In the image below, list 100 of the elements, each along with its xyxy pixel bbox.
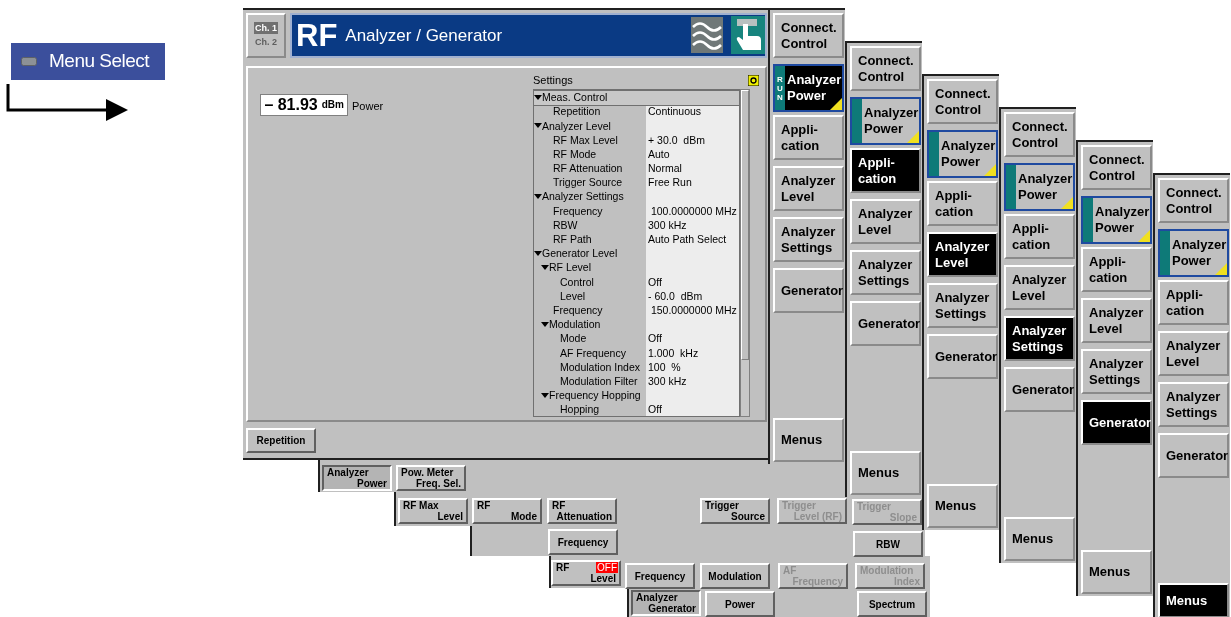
softkey[interactable]: RF Attenuation	[547, 498, 617, 524]
settings-row[interactable]: Control Off	[534, 275, 739, 290]
setting-label: Repetition	[553, 105, 601, 119]
settings-row[interactable]: Mode Off	[534, 331, 739, 346]
menu-softkey[interactable]: Appli- cation	[1004, 214, 1075, 259]
softkey[interactable]: Frequency	[548, 529, 618, 555]
menu-softkey[interactable]: Analyzer Level	[927, 232, 998, 277]
setting-value: + 30.0 dBm	[647, 133, 705, 147]
setting-value: 100 %	[647, 360, 681, 374]
menu-softkey[interactable]: Appli- cation	[927, 181, 998, 226]
menu-softkey[interactable]: Generator	[927, 334, 998, 379]
settings-row[interactable]: Meas. Control	[534, 90, 739, 105]
settings-row[interactable]: Trigger Source Free Run	[534, 175, 739, 190]
setting-value: Auto Path Select	[647, 233, 727, 246]
menu-softkey[interactable]: Menus	[773, 418, 844, 462]
menu-softkey[interactable]: Analyzer Power	[850, 97, 921, 145]
menu-softkey[interactable]: Analyzer Power	[927, 130, 998, 178]
menu-softkey[interactable]: Generator	[1004, 367, 1075, 412]
menu-softkey[interactable]: Connect. Control	[1081, 145, 1152, 190]
settings-row[interactable]: Analyzer Settings	[534, 189, 739, 205]
settings-row[interactable]: RF Max Level + 30.0 dBm	[534, 133, 739, 148]
off-badge: OFF	[596, 562, 618, 573]
menu-softkey[interactable]: Appli- cation	[1081, 247, 1152, 292]
settings-row[interactable]: Analyzer Level	[534, 118, 739, 134]
softkey[interactable]: RF Mode	[472, 498, 542, 524]
setting-label: Analyzer Settings	[542, 190, 624, 204]
menu-softkey[interactable]: Menus	[1004, 517, 1075, 561]
run-strip	[1160, 231, 1170, 275]
menu-softkey[interactable]: Analyzer Settings	[1158, 382, 1229, 427]
softkey[interactable]: Modulation	[700, 563, 770, 589]
menu-softkey[interactable]: Generator	[773, 268, 844, 313]
softkey[interactable]: Analyzer Power	[322, 465, 392, 491]
menu-softkey[interactable]: Menus	[927, 484, 998, 528]
setting-value: - 60.0 dBm	[647, 289, 703, 303]
menu-softkey[interactable]: Generator	[850, 301, 921, 346]
menu-softkey[interactable]: Analyzer Power	[1158, 229, 1229, 277]
softkey[interactable]: RF OFF Level	[551, 560, 621, 586]
menu-softkey[interactable]: Analyzer Level	[1081, 298, 1152, 343]
menu-softkey[interactable]: Analyzer Settings	[1004, 316, 1075, 361]
settings-row[interactable]: Frequency 100.0000000 MHz	[534, 204, 739, 219]
channel-label[interactable]: Ch. 2	[254, 36, 278, 49]
menu-softkey[interactable]: Analyzer Settings	[927, 283, 998, 328]
menu-softkey[interactable]: Connect. Control	[1004, 112, 1075, 157]
settings-row[interactable]: Generator Level	[534, 246, 739, 261]
softkey[interactable]: RBW	[853, 531, 923, 557]
setting-label: RBW	[553, 218, 578, 232]
softkey[interactable]: Analyzer Generator	[631, 590, 701, 616]
softkey[interactable]: RF Max Level	[398, 498, 468, 524]
settings-row[interactable]: Repetition Continuous	[534, 104, 739, 119]
softkey[interactable]: Frequency	[625, 563, 695, 589]
setting-label: Trigger Source	[553, 176, 623, 190]
settings-row[interactable]: Modulation Filter 300 kHz	[534, 374, 739, 389]
settings-row[interactable]: Level - 60.0 dBm	[534, 289, 739, 304]
menu-softkey[interactable]: Analyzer Level	[1158, 331, 1229, 376]
settings-row[interactable]: RF Level	[534, 260, 739, 275]
repetition-softkey[interactable]: Repetition	[246, 427, 316, 453]
settings-row[interactable]: RBW 300 kHz	[534, 218, 739, 233]
settings-row[interactable]: RF Path Auto Path Select	[534, 232, 739, 247]
softkey[interactable]: Pow. Meter Freq. Sel.	[396, 465, 466, 491]
menu-softkey[interactable]: Analyzer Level	[1004, 265, 1075, 310]
menu-softkey[interactable]: Analyzer Settings	[1081, 349, 1152, 394]
menu-softkey[interactable]: Analyzer Settings	[850, 250, 921, 295]
menu-softkey[interactable]: Menus	[1158, 583, 1229, 617]
menu-softkey[interactable]: Connect. Control	[1158, 178, 1229, 223]
setting-label: Analyzer Level	[542, 119, 611, 133]
menu-softkey[interactable]: Analyzer Level	[850, 199, 921, 244]
menu-softkey[interactable]: Appli- cation	[1158, 280, 1229, 325]
settings-row[interactable]: Frequency Hopping	[534, 388, 739, 403]
settings-row[interactable]: Modulation	[534, 317, 739, 332]
settings-row[interactable]: Frequency 150.0000000 MHz	[534, 303, 739, 318]
menu-softkey[interactable]: Appli- cation	[850, 148, 921, 193]
menu-softkey[interactable]: Appli- cation	[773, 115, 844, 160]
run-strip	[929, 132, 939, 176]
scrollbar[interactable]	[740, 88, 750, 417]
menu-softkey[interactable]: Analyzer Power	[1004, 163, 1075, 211]
setting-label: AF Frequency	[560, 346, 626, 360]
setting-label: RF Max Level	[553, 133, 618, 147]
menu-softkey[interactable]: Connect. Control	[773, 13, 844, 58]
setting-label: Meas. Control	[542, 91, 608, 105]
settings-row[interactable]: Hopping Off	[534, 402, 739, 416]
settings-row[interactable]: Modulation Index 100 %	[534, 360, 739, 375]
channel-label[interactable]: Ch. 1	[254, 22, 278, 35]
menu-softkey[interactable]: Connect. Control	[850, 46, 921, 91]
softkey[interactable]: Power	[705, 591, 775, 617]
softkey[interactable]: Spectrum	[857, 591, 927, 617]
menu-softkey[interactable]: Connect. Control	[927, 79, 998, 124]
caret-icon	[541, 392, 549, 399]
setting-value: Off	[647, 275, 662, 289]
settings-row[interactable]: AF Frequency 1.000 kHz	[534, 345, 739, 361]
menu-softkey[interactable]: Analyzer Level	[773, 166, 844, 211]
menu-softkey[interactable]: Analyzer Settings	[773, 217, 844, 262]
menu-softkey[interactable]: Menus	[850, 451, 921, 495]
softkey[interactable]: Trigger Source	[700, 498, 770, 524]
setting-label: Modulation Filter	[560, 374, 638, 388]
menu-softkey[interactable]: Generator	[1081, 400, 1152, 445]
menu-softkey[interactable]: Analyzer Power	[1081, 196, 1152, 244]
settings-row[interactable]: RF Attenuation Normal	[534, 161, 739, 176]
menu-softkey[interactable]: Generator	[1158, 433, 1229, 478]
settings-row[interactable]: RF Mode Auto	[534, 147, 739, 162]
menu-softkey[interactable]: Menus	[1081, 550, 1152, 594]
